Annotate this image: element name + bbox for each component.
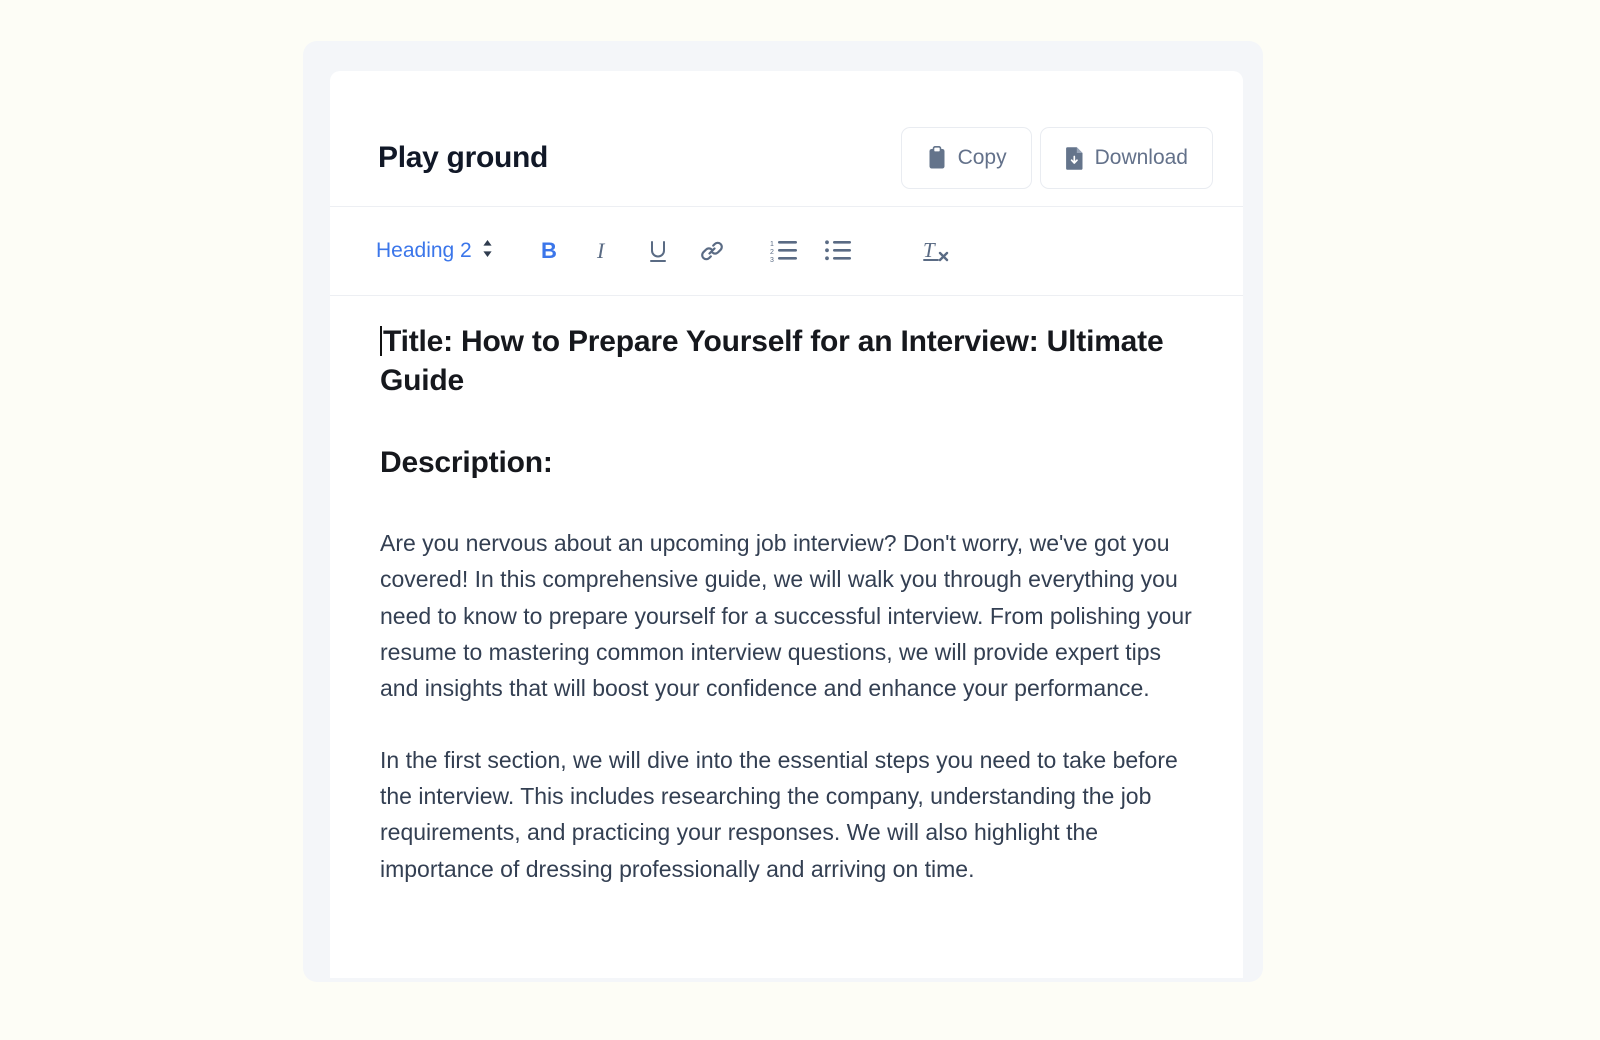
svg-text:2: 2 (770, 249, 774, 256)
document-paragraph-2: In the first section, we will dive into … (380, 746, 1178, 882)
italic-button[interactable]: I (582, 229, 626, 273)
svg-text:3: 3 (770, 257, 774, 264)
link-button[interactable] (690, 229, 734, 273)
inline-format-group: B I (528, 229, 734, 273)
list-format-group: 1 2 3 (762, 229, 860, 273)
chevron-updown-icon (481, 239, 494, 264)
svg-text:B: B (541, 238, 557, 263)
playground-card: Play ground Copy Download Heading 2 B I … (330, 71, 1243, 978)
copy-button-label: Copy (957, 145, 1007, 169)
svg-text:I: I (596, 238, 606, 263)
document-heading-title: Title: How to Prepare Yourself for an In… (380, 322, 1203, 400)
svg-text:T: T (923, 238, 936, 262)
clear-format-button[interactable]: T (914, 229, 958, 273)
text-caret (380, 326, 382, 356)
card-header: Play ground Copy Download (330, 71, 1243, 206)
block-style-value: Heading 2 (376, 239, 472, 262)
bold-button[interactable]: B (528, 229, 572, 273)
svg-text:1: 1 (770, 241, 774, 248)
bullet-list-button[interactable] (816, 229, 860, 273)
file-download-icon (1065, 146, 1085, 170)
copy-button[interactable]: Copy (900, 126, 1032, 189)
clipboard-icon (926, 145, 948, 170)
editor-content[interactable]: Title: How to Prepare Yourself for an In… (330, 296, 1243, 887)
document-paragraph-1: Are you nervous about an upcoming job in… (380, 530, 1192, 702)
underline-button[interactable] (636, 229, 680, 273)
header-actions: Copy Download (900, 126, 1213, 189)
editor-toolbar: Heading 2 B I 1 2 3 T (330, 206, 1243, 296)
download-button-label: Download (1094, 145, 1188, 169)
download-button[interactable]: Download (1039, 126, 1213, 189)
ordered-list-button[interactable]: 1 2 3 (762, 229, 806, 273)
block-style-select[interactable]: Heading 2 (370, 233, 500, 270)
document-heading-description: Description: (380, 446, 553, 479)
page-title: Play ground (378, 140, 549, 174)
document-heading-title-text: Title: How to Prepare Yourself for an In… (380, 325, 1164, 397)
